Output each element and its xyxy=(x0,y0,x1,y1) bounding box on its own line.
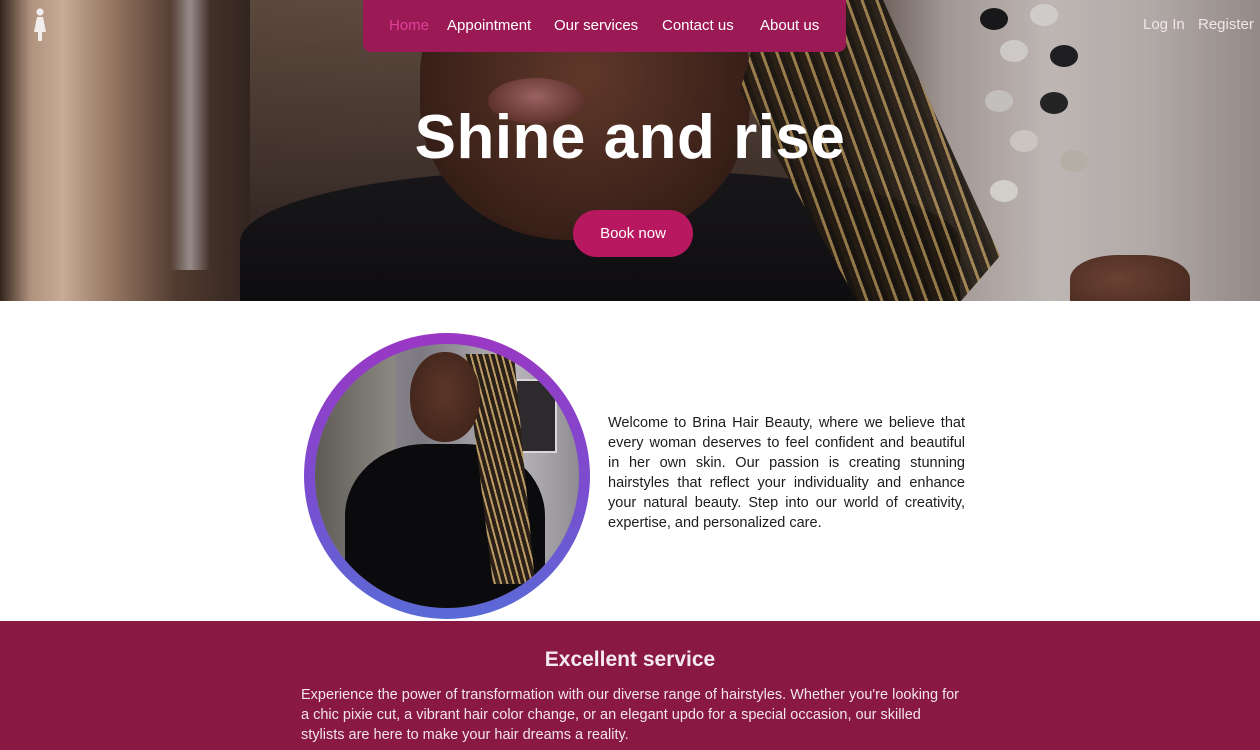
login-link[interactable]: Log In xyxy=(1143,16,1185,33)
nav-item-about-us[interactable]: About us xyxy=(760,17,819,34)
hero-title: Shine and rise xyxy=(414,103,846,172)
welcome-paragraph: Welcome to Brina Hair Beauty, where we b… xyxy=(608,415,965,531)
service-heading: Excellent service xyxy=(544,648,716,671)
service-paragraph: Experience the power of transformation w… xyxy=(301,687,960,743)
nav-item-home[interactable]: Home xyxy=(389,17,429,34)
book-now-button[interactable]: Book now xyxy=(573,210,693,257)
stylist-portrait-image xyxy=(315,344,579,608)
register-link[interactable]: Register xyxy=(1198,16,1254,33)
nav-item-appointment[interactable]: Appointment xyxy=(447,17,531,34)
nav-item-our-services[interactable]: Our services xyxy=(554,17,638,34)
portrait-face xyxy=(410,352,480,442)
woman-figure-icon[interactable] xyxy=(30,8,50,42)
nav-item-contact-us[interactable]: Contact us xyxy=(662,17,734,34)
